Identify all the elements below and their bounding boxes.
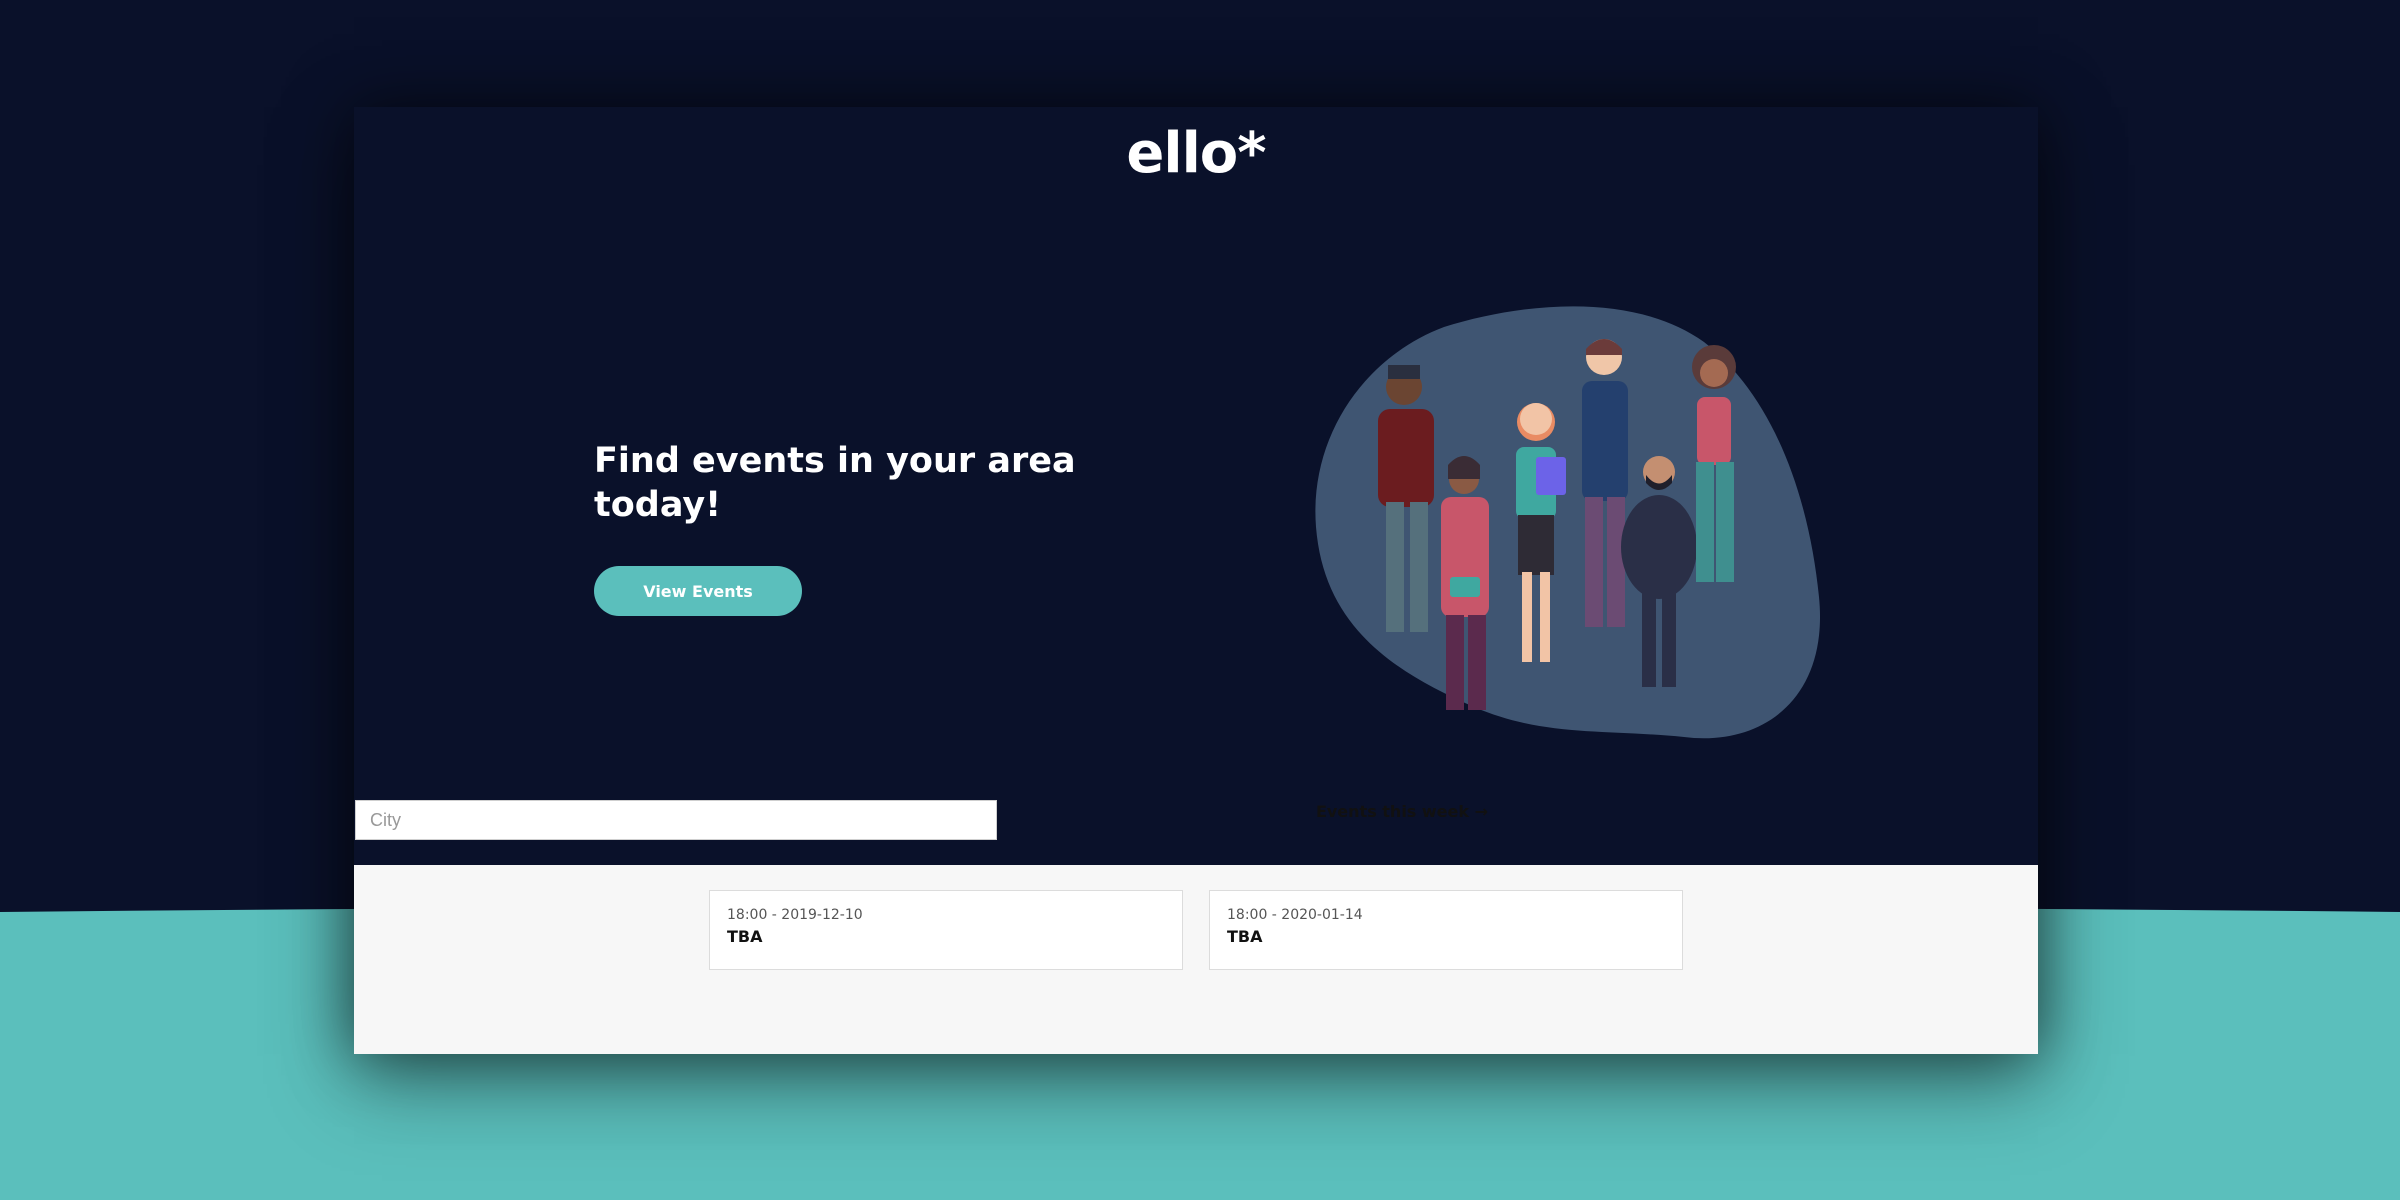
event-title: TBA	[1227, 927, 1263, 946]
events-this-week-link[interactable]: Events this week →	[1168, 800, 1488, 824]
hero-section: ello* Find events in your area today! Vi…	[354, 107, 2038, 865]
events-section	[354, 865, 2038, 1054]
event-card[interactable]: 18:00 - 2020-01-14 TBA	[1209, 890, 1683, 970]
page-window: ello* Find events in your area today! Vi…	[354, 107, 2038, 1054]
hero-headline: Find events in your area today!	[594, 441, 1076, 525]
event-title: TBA	[727, 927, 763, 946]
view-events-button[interactable]: View Events	[594, 566, 802, 616]
people-group-illustration	[1315, 306, 1821, 739]
brand-logo[interactable]: ello*	[354, 121, 2038, 186]
city-search-input[interactable]	[355, 800, 997, 840]
person-6	[1692, 345, 1736, 582]
event-datetime: 18:00 - 2020-01-14	[1227, 907, 1363, 923]
event-datetime: 18:00 - 2019-12-10	[727, 907, 863, 923]
event-card[interactable]: 18:00 - 2019-12-10 TBA	[709, 890, 1183, 970]
